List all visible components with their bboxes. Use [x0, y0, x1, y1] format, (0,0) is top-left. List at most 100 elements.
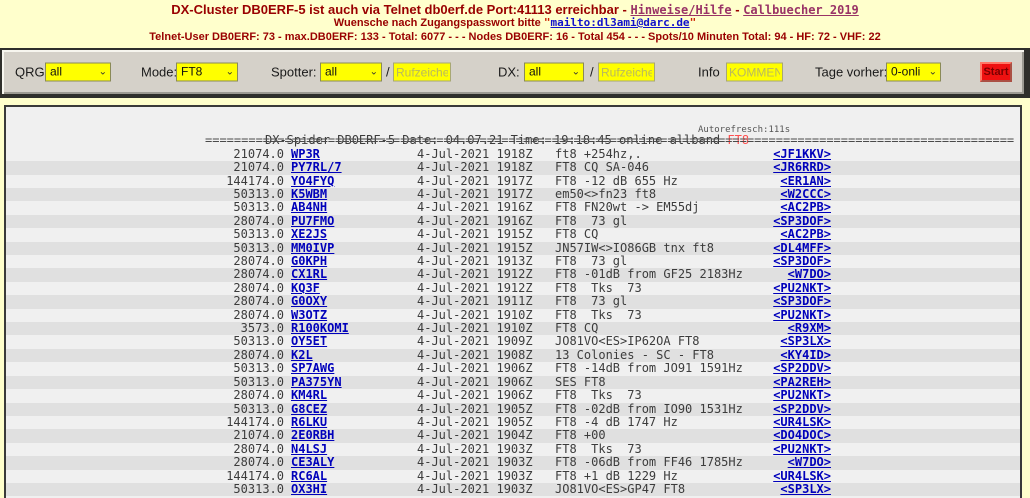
dx-label: DX: — [498, 65, 520, 80]
mode-select[interactable]: FT8 ⌄ — [176, 63, 238, 82]
dx-callsign-input[interactable] — [598, 63, 655, 82]
dx-select[interactable]: all ⌄ — [524, 63, 584, 82]
tage-selected-value: 0-onli — [891, 65, 920, 79]
spotter-callsign-input[interactable] — [393, 63, 451, 82]
spotter-slash: / — [386, 65, 390, 80]
spot-dx-call-link[interactable]: CX1RL — [291, 268, 327, 282]
spot-row: 144174.0 R6LKU 4-Jul-2021 1905Z FT8 -4 d… — [6, 416, 1020, 429]
spot-frequency: 28074.0 — [151, 268, 284, 282]
spot-row: 28074.0 CX1RL 4-Jul-2021 1912Z FT8 -01dB… — [6, 268, 1020, 281]
spot-datetime: 4-Jul-2021 1912Z — [417, 268, 533, 282]
spot-row: 50313.0 XE2JS 4-Jul-2021 1915Z FT8 CQ <A… — [6, 228, 1020, 241]
chevron-down-icon: ⌄ — [226, 64, 234, 81]
chevron-down-icon: ⌄ — [929, 64, 937, 81]
banner-line1-text: DX-Cluster DB0ERF-5 ist auch via Telnet … — [171, 2, 619, 17]
spot-comment: FT8 CQ SA-046 — [555, 161, 649, 175]
cluster-status-line: DX-Spider DB0ERF-5 Date: 04.07.21 Time: … — [6, 121, 1020, 134]
qrg-label: QRG: — [15, 65, 48, 80]
spot-list-panel: DX-Spider DB0ERF-5 Date: 04.07.21 Time: … — [4, 105, 1022, 498]
spot-row: 21074.0 2E0RBH 4-Jul-2021 1904Z FT8 +00 … — [6, 429, 1020, 442]
spot-row: 28074.0 K2L 4-Jul-2021 1908Z 13 Colonies… — [6, 349, 1020, 362]
spot-dx-call-link[interactable]: PY7RL/7 — [291, 161, 342, 175]
spot-spotter-link[interactable]: <DO4DOC> — [700, 429, 831, 443]
spot-row: 50313.0 K5WBM 4-Jul-2021 1917Z em50<>fn2… — [6, 188, 1020, 201]
info-input[interactable] — [726, 63, 783, 82]
spot-spotter-link[interactable]: <AC2PB> — [700, 201, 831, 215]
qrg-select[interactable]: all⌄ — [45, 63, 111, 82]
spot-spotter-link[interactable]: <SP2DDV> — [700, 362, 831, 376]
spot-frequency: 28074.0 — [151, 389, 284, 403]
spot-row: 50313.0 OY5ET 4-Jul-2021 1909Z JO81VO<ES… — [6, 335, 1020, 348]
spot-frequency: 50313.0 — [151, 483, 284, 497]
spot-row: 50313.0 PA375YN 4-Jul-2021 1906Z SES FT8… — [6, 376, 1020, 389]
banner-line1: DX-Cluster DB0ERF-5 ist auch via Telnet … — [0, 3, 1030, 17]
top-banner: DX-Cluster DB0ERF-5 ist auch via Telnet … — [0, 0, 1030, 44]
spot-comment: FT8 FN20wt -> EM55dj — [555, 201, 700, 215]
spot-rows: 21074.0 WP3R 4-Jul-2021 1918Z ft8 +254hz… — [6, 148, 1020, 497]
spot-row: 28074.0 KQ3F 4-Jul-2021 1912Z FT8 Tks 73… — [6, 282, 1020, 295]
spot-frequency: 21074.0 — [151, 429, 284, 443]
spot-dx-call-link[interactable]: AB4NH — [291, 201, 327, 215]
banner-separator2: - — [732, 2, 744, 17]
banner-separator: - — [619, 2, 631, 17]
spot-dx-call-link[interactable]: 2E0RBH — [291, 429, 334, 443]
spot-row: 21074.0 WP3R 4-Jul-2021 1918Z ft8 +254hz… — [6, 148, 1020, 161]
dx-selected-value: all — [529, 65, 541, 79]
spot-row: 28074.0 CE3ALY 4-Jul-2021 1903Z FT8 -06d… — [6, 456, 1020, 469]
spot-frequency: 50313.0 — [151, 362, 284, 376]
spot-row: 28074.0 G0OXY 4-Jul-2021 1911Z FT8 73 gl… — [6, 295, 1020, 308]
spot-frequency: 21074.0 — [151, 161, 284, 175]
spot-comment: FT8 +00 — [555, 429, 606, 443]
spot-row: 21074.0 PY7RL/7 4-Jul-2021 1918Z FT8 CQ … — [6, 161, 1020, 174]
dx-cluster-page: { "banner": { "line1_text": "DX-Cluster … — [0, 0, 1030, 498]
spot-dx-call-link[interactable]: OX3HI — [291, 483, 327, 497]
spot-dx-call-link[interactable]: KM4RL — [291, 389, 327, 403]
spot-row: 50313.0 SP7AWG 4-Jul-2021 1906Z FT8 -14d… — [6, 362, 1020, 375]
spot-comment: FT8 Tks 73 — [555, 389, 642, 403]
spot-dx-call-link[interactable]: G0OXY — [291, 295, 327, 309]
chevron-down-icon: ⌄ — [99, 64, 107, 81]
spot-dx-call-link[interactable]: XE2JS — [291, 228, 327, 242]
mode-selected-value: FT8 — [181, 65, 202, 79]
tage-vorher-label: Tage vorher: — [815, 65, 887, 80]
tage-vorher-select[interactable]: 0-onli ⌄ — [886, 63, 941, 82]
spot-frequency: 50313.0 — [151, 201, 284, 215]
spot-row: 50313.0 MM0IVP 4-Jul-2021 1915Z JN57IW<>… — [6, 242, 1020, 255]
spot-frequency: 28074.0 — [151, 295, 284, 309]
spot-spotter-link[interactable]: <AC2PB> — [700, 228, 831, 242]
spot-row: 50313.0 AB4NH 4-Jul-2021 1916Z FT8 FN20w… — [6, 201, 1020, 214]
banner-line2: Wuensche nach Zugangspasswort bitte "mai… — [0, 17, 1030, 29]
spot-datetime: 4-Jul-2021 1906Z — [417, 362, 533, 376]
spot-frequency: 50313.0 — [151, 228, 284, 242]
spot-row: 28074.0 W3OTZ 4-Jul-2021 1910Z FT8 Tks 7… — [6, 309, 1020, 322]
spot-spotter-link[interactable]: <PU2NKT> — [700, 389, 831, 403]
chevron-down-icon: ⌄ — [572, 64, 580, 81]
spot-spotter-link[interactable]: <W7DO> — [700, 456, 831, 470]
spot-row: 144174.0 YO4FYQ 4-Jul-2021 1917Z FT8 -12… — [6, 175, 1020, 188]
spotter-select[interactable]: all⌄ — [320, 63, 382, 82]
spot-row: 50313.0 OX3HI 4-Jul-2021 1903Z JO81VO<ES… — [6, 483, 1020, 496]
spot-datetime: 4-Jul-2021 1916Z — [417, 201, 533, 215]
spot-datetime: 4-Jul-2021 1906Z — [417, 389, 533, 403]
separator-line: ========================================… — [6, 134, 1018, 147]
spot-comment: JO81VO<ES>GP47 FT8 — [555, 483, 685, 497]
start-button[interactable]: Start — [980, 62, 1012, 82]
spot-datetime: 4-Jul-2021 1903Z — [417, 456, 533, 470]
info-label: Info — [698, 65, 720, 80]
hinweise-hilfe-link[interactable]: Hinweise/Hilfe — [630, 3, 731, 17]
filter-toolbar: QRG: all⌄ Mode: FT8⌄ Spotter: all⌄ / DX:… — [2, 50, 1024, 94]
spot-spotter-link[interactable]: <W7DO> — [700, 268, 831, 282]
filter-toolbar-frame: QRG: all⌄ Mode: FT8⌄ Spotter: all⌄ / DX:… — [0, 48, 1030, 98]
spot-spotter-link[interactable]: <JR6RRD> — [700, 161, 831, 175]
spot-datetime: 4-Jul-2021 1904Z — [417, 429, 533, 443]
spot-row: 50313.0 G8CEZ 4-Jul-2021 1905Z FT8 -02dB… — [6, 403, 1020, 416]
callbuecher-link[interactable]: Callbuecher 2019 — [743, 3, 859, 17]
quote-close: " — [690, 16, 697, 29]
spot-datetime: 4-Jul-2021 1911Z — [417, 295, 533, 309]
mailto-link[interactable]: mailto:dl3ami@darc.de — [550, 16, 689, 29]
spot-spotter-link[interactable]: <SP3DOF> — [700, 295, 831, 309]
spot-spotter-link[interactable]: <SP3LX> — [700, 483, 831, 497]
chevron-down-icon: ⌄ — [370, 64, 378, 81]
spot-dx-call-link[interactable]: SP7AWG — [291, 362, 334, 376]
spot-dx-call-link[interactable]: CE3ALY — [291, 456, 334, 470]
